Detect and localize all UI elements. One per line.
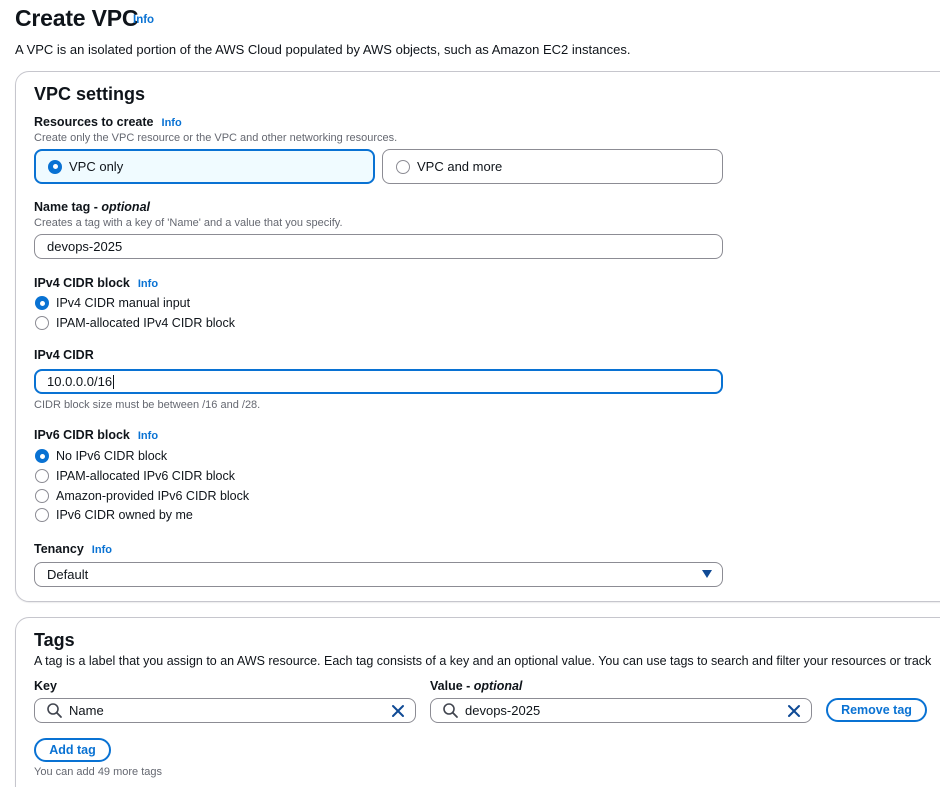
tenancy-label: Tenancy Info <box>34 542 112 556</box>
ipv6-block-label: IPv6 CIDR block Info <box>34 428 159 442</box>
tag-value-value: devops-2025 <box>465 703 541 718</box>
tags-panel: Tags A tag is a label that you assign to… <box>15 617 940 787</box>
search-icon <box>43 699 67 723</box>
ipv4-cidr-label: IPv4 CIDR <box>34 348 94 362</box>
vpc-settings-panel: VPC settings Resources to create Info Cre… <box>15 71 940 602</box>
text-cursor <box>113 374 115 389</box>
tags-heading: Tags <box>34 630 75 650</box>
add-tag-button[interactable]: Add tag <box>34 738 111 762</box>
ipv4-cidr-input[interactable]: 10.0.0.0/16 <box>34 369 723 394</box>
name-tag-description: Creates a tag with a key of 'Name' and a… <box>34 217 343 229</box>
page-title: Create VPC <box>15 5 139 31</box>
page-info-link[interactable]: Info <box>133 14 154 26</box>
tag-key-value: Name <box>69 703 104 718</box>
tag-value-label: Value - optional <box>430 679 523 693</box>
search-icon <box>439 699 463 723</box>
ipv6-ipam-radio[interactable] <box>35 469 49 483</box>
ipv4-manual-radio[interactable] <box>35 296 49 310</box>
ipv6-none-radio[interactable] <box>35 449 49 463</box>
vpc-only-radio[interactable] <box>48 159 62 174</box>
ipv6-amazon-radio[interactable] <box>35 489 49 503</box>
name-tag-input[interactable]: devops-2025 <box>34 234 723 259</box>
tags-description: A tag is a label that you assign to an A… <box>34 654 932 668</box>
vpc-and-more-tile[interactable]: VPC and more <box>382 149 723 184</box>
ipv4-ipam-option[interactable]: IPAM-allocated IPv4 CIDR block <box>35 316 235 330</box>
ipv4-block-label: IPv4 CIDR block Info <box>34 276 159 290</box>
ipv4-cidr-hint: CIDR block size must be between /16 and … <box>34 399 261 411</box>
vpc-and-more-radio[interactable] <box>396 159 410 174</box>
ipv6-ipam-option[interactable]: IPAM-allocated IPv6 CIDR block <box>35 469 235 483</box>
ipv6-block-info-link[interactable]: Info <box>138 430 158 442</box>
tag-value-input[interactable]: devops-2025 <box>430 698 812 723</box>
tag-key-input[interactable]: Name <box>34 698 416 723</box>
ipv6-owned-option[interactable]: IPv6 CIDR owned by me <box>35 508 193 522</box>
close-icon[interactable] <box>787 704 801 718</box>
vpc-and-more-label: VPC and more <box>417 159 503 174</box>
ipv4-manual-option[interactable]: IPv4 CIDR manual input <box>35 296 190 310</box>
resources-label: Resources to create Info <box>34 115 182 129</box>
remove-tag-button[interactable]: Remove tag <box>826 698 927 722</box>
caret-down-icon <box>702 570 712 578</box>
ipv6-none-option[interactable]: No IPv6 CIDR block <box>35 449 167 463</box>
page-description: A VPC is an isolated portion of the AWS … <box>15 42 631 57</box>
resources-description: Create only the VPC resource or the VPC … <box>34 132 398 144</box>
ipv6-amazon-option[interactable]: Amazon-provided IPv6 CIDR block <box>35 489 249 503</box>
tenancy-info-link[interactable]: Info <box>92 544 112 556</box>
ipv4-ipam-radio[interactable] <box>35 316 49 330</box>
name-tag-label: Name tag - optional <box>34 200 150 214</box>
ipv6-owned-radio[interactable] <box>35 508 49 522</box>
vpc-settings-heading: VPC settings <box>34 84 146 104</box>
ipv4-block-info-link[interactable]: Info <box>138 278 158 290</box>
tag-key-label: Key <box>34 679 57 693</box>
vpc-only-tile[interactable]: VPC only <box>34 149 375 184</box>
close-icon[interactable] <box>391 704 405 718</box>
tenancy-select[interactable]: Default <box>34 562 723 587</box>
tags-limit-text: You can add 49 more tags <box>34 766 163 778</box>
vpc-only-label: VPC only <box>69 159 124 174</box>
resources-info-link[interactable]: Info <box>162 117 182 129</box>
